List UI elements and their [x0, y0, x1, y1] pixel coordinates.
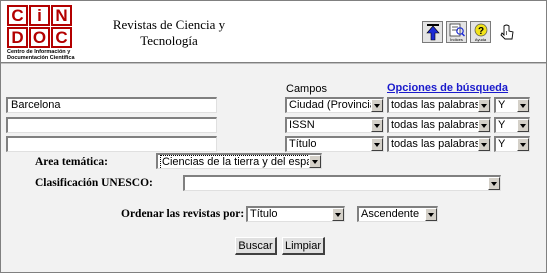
field-select-2[interactable]: ISSN: [285, 117, 384, 133]
title-line-2: Tecnología: [140, 33, 198, 48]
operator-select-3[interactable]: Y: [494, 136, 530, 152]
clear-button[interactable]: Limpiar: [282, 237, 325, 255]
field-select-3[interactable]: Título: [285, 136, 384, 152]
chevron-down-icon: [517, 99, 529, 112]
logo-letter: C: [51, 27, 72, 48]
logo-letter: C: [7, 5, 28, 26]
logo-letter: i: [29, 5, 50, 26]
sort-label: Ordenar las revistas por:: [121, 208, 245, 220]
cindoc-logo: C i N D O C Centro de Información y Docu…: [7, 5, 75, 61]
operator-select-1[interactable]: Y: [494, 97, 530, 113]
title-line-1: Revistas de Ciencia y: [112, 17, 226, 32]
mode-select-3[interactable]: todas las palabras: [387, 136, 491, 152]
area-select[interactable]: Ciencias de la tierra y del espacio: [156, 153, 322, 169]
field-select-1[interactable]: Ciudad (Provincia): [285, 97, 384, 113]
chevron-down-icon: [517, 138, 529, 151]
svg-text:?: ?: [477, 26, 483, 37]
unesco-label: Clasificación UNESCO:: [35, 177, 153, 189]
mode-select-2[interactable]: todas las palabras: [387, 117, 491, 133]
chevron-down-icon: [478, 99, 490, 112]
page-title: Revistas de Ciencia y Tecnología: [89, 17, 249, 49]
index-icon: [449, 23, 465, 37]
sort-order-select[interactable]: Ascendente: [357, 206, 438, 222]
area-label: Area temática:: [35, 156, 108, 168]
chevron-down-icon: [478, 138, 490, 151]
pointer-button[interactable]: [497, 21, 518, 43]
search-text-input-1[interactable]: Barcelona: [6, 97, 217, 113]
arrow-up-icon: [425, 24, 440, 41]
campos-label: Campos: [286, 83, 327, 95]
sort-field-select[interactable]: Título: [246, 206, 345, 222]
chevron-down-icon: [371, 119, 383, 132]
logo-letter: O: [29, 27, 50, 48]
chevron-down-icon: [309, 155, 321, 168]
chevron-down-icon: [332, 208, 344, 221]
pointer-icon: [499, 24, 514, 40]
top-button[interactable]: [422, 21, 443, 43]
logo-caption: Centro de Información y Documentación Ci…: [7, 49, 75, 61]
logo-letter: N: [51, 5, 72, 26]
help-button[interactable]: ? Ayuda: [470, 21, 491, 43]
operator-select-2[interactable]: Y: [494, 117, 530, 133]
chevron-down-icon: [488, 177, 500, 190]
help-label: Ayuda: [474, 36, 487, 42]
logo-letter: D: [7, 27, 28, 48]
search-text-input-3[interactable]: [6, 136, 217, 152]
mode-select-1[interactable]: todas las palabras: [387, 97, 491, 113]
search-button[interactable]: Buscar: [235, 237, 277, 255]
search-options-link[interactable]: Opciones de búsqueda: [387, 82, 508, 94]
index-label: Índices: [450, 36, 463, 42]
chevron-down-icon: [517, 119, 529, 132]
index-button[interactable]: Índices: [446, 21, 467, 43]
chevron-down-icon: [371, 138, 383, 151]
chevron-down-icon: [371, 99, 383, 112]
search-text-input-2[interactable]: [6, 117, 217, 133]
unesco-select[interactable]: [183, 175, 501, 191]
chevron-down-icon: [478, 119, 490, 132]
chevron-down-icon: [425, 208, 437, 221]
help-icon: ?: [474, 23, 487, 37]
header: C i N D O C Centro de Información y Docu…: [1, 1, 546, 63]
